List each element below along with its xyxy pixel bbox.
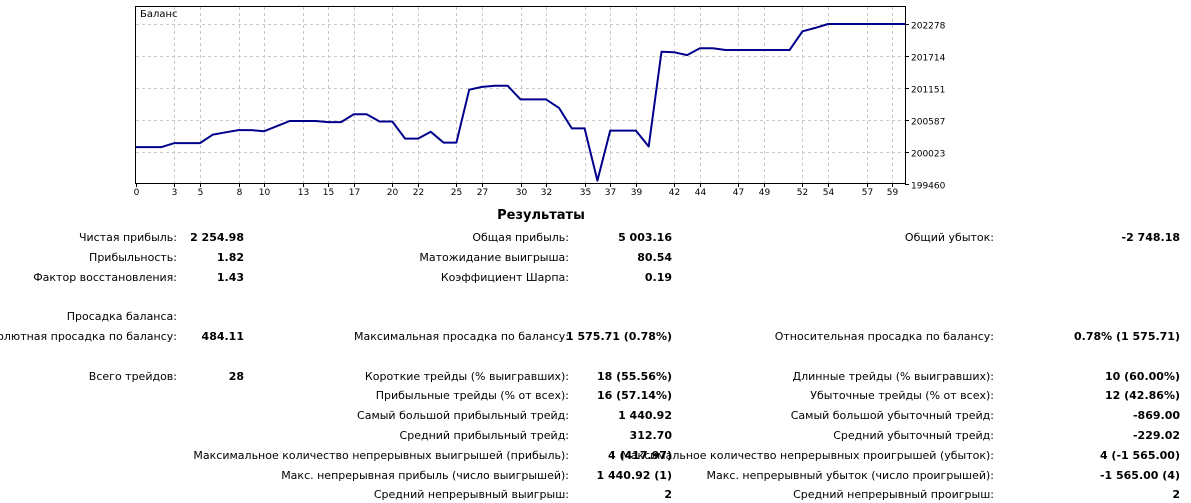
col2-label: Самый большой прибыльный трейд: — [357, 409, 569, 422]
col3-label: Максимальное количество непрерывных прои… — [621, 449, 994, 462]
y-tick-label: 200023 — [911, 150, 945, 160]
results-title: Результаты — [497, 208, 585, 223]
x-tick-label: 17 — [349, 188, 360, 198]
col2-value: 1 440.92 (1) — [596, 469, 672, 482]
col2-label: Макс. непрерывная прибыль (число выигрыш… — [281, 469, 569, 482]
x-tick-label: 32 — [541, 188, 552, 198]
x-tick-label: 15 — [323, 188, 334, 198]
col3-label: Относительная просадка по балансу: — [774, 330, 994, 343]
col1-label: Всего трейдов: — [88, 370, 177, 383]
x-tick-label: 8 — [237, 188, 243, 198]
x-tick-label: 49 — [759, 188, 771, 198]
y-tick-label: 200587 — [911, 118, 945, 128]
col1-label: Фактор восстановления: — [33, 271, 177, 284]
col2-value: 1 575.71 (0.78%) — [566, 330, 672, 343]
col3-value: 4 (-1 565.00) — [1099, 449, 1180, 462]
x-tick-label: 52 — [797, 188, 808, 198]
col3-label: Средний непрерывный проигрыш: — [793, 488, 994, 501]
col3-label: Средний убыточный трейд: — [833, 429, 994, 442]
col2-value: 18 (55.56%) — [596, 370, 672, 383]
x-tick-label: 57 — [862, 188, 873, 198]
col2-value: 312.70 — [629, 429, 672, 442]
x-tick-label: 10 — [259, 188, 271, 198]
col2-label: Короткие трейды (% выигравших): — [364, 370, 569, 383]
x-tick-label: 30 — [516, 188, 528, 198]
x-tick-label: 27 — [477, 188, 488, 198]
col3-label: Самый большой убыточный трейд: — [790, 409, 994, 422]
chart-title: Баланс — [140, 9, 178, 20]
col2-value: 2 — [664, 488, 672, 501]
x-tick-label: 54 — [823, 188, 835, 198]
col3-value: -229.02 — [1132, 429, 1180, 442]
col1-label: Абсолютная просадка по балансу: — [0, 330, 177, 343]
col2-label: Средний прибыльный трейд: — [399, 429, 569, 442]
x-tick-label: 39 — [631, 188, 643, 198]
col1-value: 1.43 — [216, 271, 244, 284]
col3-value: 0.78% (1 575.71) — [1074, 330, 1180, 343]
col1-value: 1.82 — [216, 251, 244, 264]
balance-chart: Баланс 202278 201714 201151 200587 200023 199… — [134, 6, 946, 198]
col2-label: Общая прибыль: — [472, 231, 569, 244]
col3-value: 2 — [1172, 488, 1180, 501]
col2-label: Прибыльные трейды (% от всех): — [375, 389, 569, 402]
x-tick-label: 47 — [733, 188, 744, 198]
y-tick-label: 201151 — [911, 86, 945, 96]
col3-value: -2 748.18 — [1121, 231, 1181, 244]
x-tick-label: 44 — [695, 188, 707, 198]
col3-value: -1 565.00 (4) — [1099, 469, 1180, 482]
col2-label: Максимальное количество непрерывных выиг… — [193, 449, 569, 462]
y-tick-label: 201714 — [911, 54, 946, 64]
x-tick-label: 3 — [172, 188, 178, 198]
col1-label: Просадка баланса: — [66, 310, 177, 323]
x-tick-label: 59 — [887, 188, 899, 198]
x-tick-label: 0 — [134, 188, 140, 198]
col1-value: 484.11 — [201, 330, 244, 343]
x-tick-label: 37 — [605, 188, 616, 198]
col3-label: Макс. непрерывный убыток (число проигрыш… — [706, 469, 994, 482]
x-tick-label: 13 — [298, 188, 309, 198]
x-tick-label: 25 — [451, 188, 462, 198]
col3-value: 10 (60.00%) — [1104, 370, 1180, 383]
col3-value: 12 (42.86%) — [1104, 389, 1180, 402]
y-tick-label: 202278 — [911, 22, 946, 32]
col3-value: -869.00 — [1132, 409, 1180, 422]
col1-label: Чистая прибыль: — [78, 231, 177, 244]
col2-value: 16 (57.14%) — [596, 389, 672, 402]
col2-value: 80.54 — [637, 251, 672, 264]
col2-value: 1 440.92 — [618, 409, 672, 422]
plot-area — [135, 6, 906, 184]
col1-value: 2 254.98 — [190, 231, 244, 244]
col3-label: Общий убыток: — [904, 231, 994, 244]
x-tick-label: 22 — [413, 188, 424, 198]
col1-value: 28 — [228, 370, 244, 383]
x-tick-label: 35 — [580, 188, 591, 198]
col2-label: Матожидание выигрыша: — [419, 251, 569, 264]
col2-value: 0.19 — [644, 271, 672, 284]
col3-label: Длинные трейды (% выигравших): — [792, 370, 994, 383]
x-tick-label: 20 — [387, 188, 399, 198]
x-tick-label: 42 — [669, 188, 680, 198]
col1-label: Прибыльность: — [89, 251, 177, 264]
y-tick-label: 199460 — [911, 182, 946, 192]
x-tick-label: 5 — [198, 188, 204, 198]
col2-label: Средний непрерывный выигрыш: — [373, 488, 569, 501]
col2-value: 5 003.16 — [618, 231, 672, 244]
col3-label: Убыточные трейды (% от всех): — [810, 389, 994, 402]
col2-label: Максимальная просадка по балансу: — [353, 330, 569, 343]
col2-label: Коэффициент Шарпа: — [440, 271, 569, 284]
